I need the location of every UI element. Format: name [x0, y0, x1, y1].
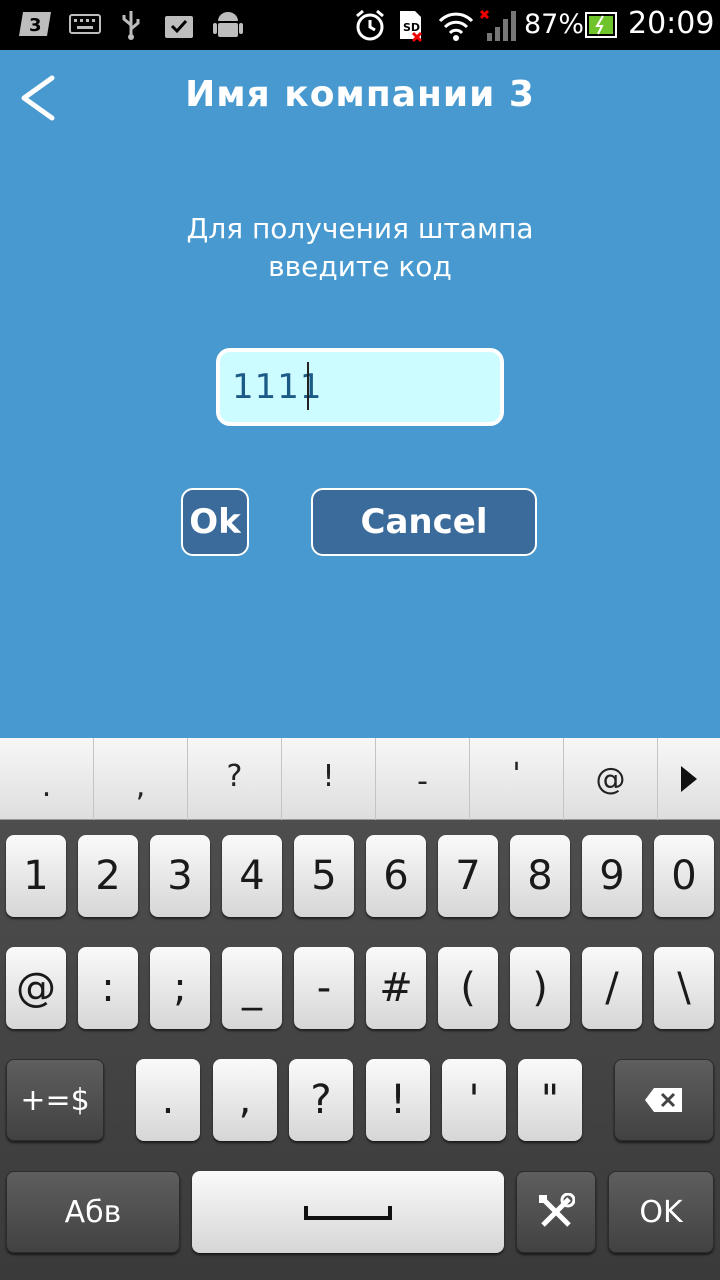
- back-chevron-icon: [21, 75, 55, 121]
- key-backslash[interactable]: \: [654, 947, 714, 1029]
- settings-key[interactable]: [516, 1171, 596, 1253]
- key-open-paren[interactable]: (: [438, 947, 498, 1029]
- key-period[interactable]: .: [136, 1059, 200, 1141]
- suggestion-key[interactable]: ?: [188, 738, 282, 820]
- suggestion-bar: . , ? ! - ' @: [0, 738, 720, 820]
- key-apostrophe[interactable]: ': [442, 1059, 506, 1141]
- arrow-right-icon: [681, 766, 697, 792]
- key-close-paren[interactable]: ): [510, 947, 570, 1029]
- key-slash[interactable]: /: [582, 947, 642, 1029]
- signal-icon: [478, 8, 518, 44]
- suggestion-key[interactable]: @: [564, 738, 658, 820]
- suggestion-key[interactable]: .: [0, 738, 94, 820]
- alarm-icon: [352, 8, 388, 42]
- key-colon[interactable]: :: [78, 947, 138, 1029]
- suggestion-key[interactable]: ,: [94, 738, 188, 820]
- suggestion-key[interactable]: ': [470, 738, 564, 820]
- keyboard-ok-key[interactable]: OK: [608, 1171, 714, 1253]
- suggestion-key[interactable]: -: [376, 738, 470, 820]
- soft-keyboard: . , ? ! - ' @ 1 2 3 4 5 6 7 8 9 0 @ : ; …: [0, 738, 720, 1280]
- key-1[interactable]: 1: [6, 835, 66, 917]
- battery-percent: 87%: [524, 9, 585, 40]
- android-icon: [212, 8, 244, 42]
- space-key[interactable]: [192, 1171, 504, 1253]
- key-2[interactable]: 2: [78, 835, 138, 917]
- key-double-quote[interactable]: ": [518, 1059, 582, 1141]
- sim-icon: SD: [396, 8, 426, 44]
- key-0[interactable]: 0: [654, 835, 714, 917]
- abc-switch-key[interactable]: Абв: [6, 1171, 180, 1253]
- key-hyphen[interactable]: -: [294, 947, 354, 1029]
- key-underscore[interactable]: _: [222, 947, 282, 1029]
- space-icon: [304, 1206, 392, 1220]
- key-3[interactable]: 3: [150, 835, 210, 917]
- suggestion-more-button[interactable]: [658, 738, 720, 820]
- code-prompt: Для получения штампа введите код: [60, 210, 660, 286]
- wifi-icon: [436, 8, 476, 44]
- svg-text:SD: SD: [403, 21, 420, 34]
- svg-text:3: 3: [29, 15, 42, 36]
- symbols-shift-key[interactable]: +=$: [6, 1059, 104, 1141]
- ok-button[interactable]: Ok: [181, 488, 249, 556]
- backspace-icon: [645, 1088, 682, 1112]
- status-bar: 3 SD 87% 20:09: [0, 0, 720, 50]
- key-8[interactable]: 8: [510, 835, 570, 917]
- tools-icon: [539, 1193, 575, 1227]
- key-exclamation[interactable]: !: [366, 1059, 430, 1141]
- stamp-code-screen: Имя компании 3 Для получения штампа введ…: [0, 50, 720, 738]
- code-input[interactable]: [216, 348, 504, 426]
- key-at[interactable]: @: [6, 947, 66, 1029]
- key-hash[interactable]: #: [366, 947, 426, 1029]
- cancel-button[interactable]: Cancel: [311, 488, 537, 556]
- task-icon: [162, 8, 196, 42]
- back-button[interactable]: [14, 70, 64, 126]
- key-question[interactable]: ?: [289, 1059, 353, 1141]
- key-5[interactable]: 5: [294, 835, 354, 917]
- page-title: Имя компании 3: [185, 74, 535, 115]
- keyboard-icon: [68, 8, 102, 40]
- key-6[interactable]: 6: [366, 835, 426, 917]
- key-7[interactable]: 7: [438, 835, 498, 917]
- key-semicolon[interactable]: ;: [150, 947, 210, 1029]
- prompt-line-1: Для получения штампа: [186, 212, 534, 245]
- battery-icon: [584, 8, 618, 42]
- key-4[interactable]: 4: [222, 835, 282, 917]
- suggestion-key[interactable]: !: [282, 738, 376, 820]
- clock: 20:09: [628, 6, 715, 41]
- usb-icon: [118, 8, 144, 42]
- text-cursor: [307, 362, 309, 410]
- backspace-key[interactable]: [614, 1059, 714, 1141]
- key-comma[interactable]: ,: [213, 1059, 277, 1141]
- key-9[interactable]: 9: [582, 835, 642, 917]
- carrier-3-icon: 3: [18, 8, 54, 40]
- prompt-line-2: введите код: [268, 250, 452, 283]
